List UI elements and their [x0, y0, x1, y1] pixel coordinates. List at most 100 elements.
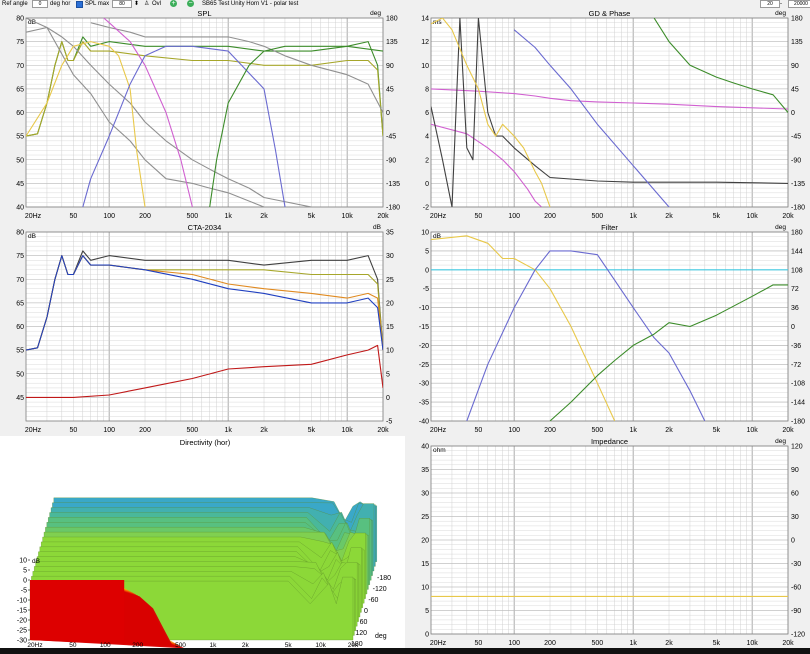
y-tick-label: -10	[17, 598, 27, 605]
y-tick-label: -20	[17, 618, 27, 625]
chart-title: SPL	[197, 9, 211, 18]
y-tick-label: -25	[17, 628, 27, 635]
y2-tick-label: 45	[791, 86, 799, 93]
x-tick-label: 50	[474, 427, 482, 434]
chart-title: GD & Phase	[589, 9, 631, 18]
x-tick-label: 2k	[260, 213, 268, 220]
x-tick-label: 20k	[377, 427, 389, 434]
y2-tick-label: 90	[791, 63, 799, 70]
y2-tick-label: -36	[791, 343, 801, 350]
y-tick-label: -35	[419, 400, 429, 407]
y-tick-label: 10	[421, 230, 429, 237]
x-tick-label: 100	[103, 427, 115, 434]
x-tick-label: 1k	[224, 213, 232, 220]
deg-hor-label: deg hor	[50, 1, 71, 7]
x-tick-label: 20k	[377, 213, 389, 220]
y-tick-label: 60	[16, 324, 24, 331]
angle-unit-label: deg	[375, 633, 387, 640]
y2-tick-label: 72	[791, 286, 799, 293]
x-tick-label: 2k	[260, 427, 268, 434]
y2-tick-label: -120	[791, 632, 805, 639]
y-tick-label: 20	[421, 538, 429, 545]
y2-tick-label: -180	[386, 205, 400, 212]
y-tick-label: 30	[421, 491, 429, 498]
y2-tick-label: -90	[791, 608, 801, 615]
y-tick-label: 0	[23, 578, 27, 585]
filter-chart: Filter20Hz 50 100 200 500 1k 2k 5k 10k 20k-40-35-…	[405, 222, 810, 435]
y2-tick-label: 0	[791, 110, 795, 117]
y2-tick-label: 120	[791, 444, 803, 451]
x-tick-label: 20Hz	[430, 640, 447, 647]
person-icon[interactable]: ♙	[144, 0, 149, 8]
x-tick-label: 500	[187, 213, 199, 220]
y-tick-label: 75	[16, 253, 24, 260]
x-tick-label: 100	[508, 640, 520, 647]
add-icon[interactable]: +	[170, 0, 177, 7]
y-tick-label: 15	[421, 561, 429, 568]
y2-tick-label: -180	[791, 205, 805, 212]
chart-title: Filter	[601, 223, 618, 232]
spl-max-checkbox[interactable]	[76, 1, 83, 8]
x-tick-label: 10k	[747, 427, 759, 434]
y2-unit-label: deg	[775, 224, 786, 231]
x-tick-label: 10k	[747, 213, 759, 220]
y-tick-label: 40	[421, 444, 429, 451]
range-separator: -	[780, 1, 782, 7]
y-tick-label: -10	[419, 305, 429, 312]
x-tick-label: 5k	[713, 213, 721, 220]
y-tick-label: 50	[16, 371, 24, 378]
y-tick-label: -5	[21, 588, 27, 595]
y2-tick-label: 180	[791, 16, 803, 23]
range-max-input[interactable]: 20000	[788, 0, 810, 8]
x-tick-label: 20k	[782, 213, 794, 220]
chart-title: Impedance	[591, 437, 628, 446]
y-tick-label: 35	[421, 467, 429, 474]
y2-tick-label: -180	[791, 419, 805, 426]
x-tick-label: 200	[139, 213, 151, 220]
x-tick-label: 1k	[629, 640, 637, 647]
y-unit-label: dB	[28, 233, 36, 240]
angle-tick-label: 0	[364, 608, 368, 615]
y-tick-label: 45	[16, 395, 24, 402]
angle-tick-label: -120	[373, 586, 387, 593]
y-tick-label: 0	[425, 181, 429, 188]
x-tick-label: 5k	[308, 427, 316, 434]
y2-tick-label: -60	[791, 585, 801, 592]
x-tick-label: 500	[187, 427, 199, 434]
x-tick-label: 5k	[713, 640, 721, 647]
y2-tick-label: 90	[386, 63, 394, 70]
x-tick-label: 200	[544, 427, 556, 434]
y2-tick-label: 144	[791, 248, 803, 255]
y2-tick-label: 0	[791, 324, 795, 331]
y2-tick-label: 45	[386, 86, 394, 93]
y2-tick-label: 180	[791, 230, 803, 237]
y-tick-label: -30	[17, 638, 27, 645]
cta2034-chart: CTA-203420Hz 50 100 200 500 1k 2k 5k 10k 20k45505…	[0, 222, 405, 435]
x-tick-label: 50	[474, 640, 482, 647]
y-tick-label: 8	[425, 86, 429, 93]
bottom-strip	[0, 648, 810, 654]
y-tick-label: 75	[16, 39, 24, 46]
y2-tick-label: 30	[791, 514, 799, 521]
y-tick-label: 45	[16, 181, 24, 188]
y-tick-label: 25	[421, 514, 429, 521]
y2-tick-label: 90	[791, 467, 799, 474]
spinner-icon[interactable]: ⬍	[134, 0, 139, 8]
y-tick-label: -30	[419, 381, 429, 388]
y2-tick-label: -135	[791, 181, 805, 188]
y-tick-label: 55	[16, 348, 24, 355]
y-tick-label: 4	[425, 134, 429, 141]
y-tick-label: 10	[421, 585, 429, 592]
spl-max-input[interactable]: 80	[112, 0, 132, 8]
x-tick-label: 1k	[629, 213, 637, 220]
remove-icon[interactable]: −	[187, 0, 194, 7]
y2-tick-label: 0	[386, 395, 390, 402]
ref-angle-input[interactable]: 0	[32, 0, 48, 8]
y2-unit-label: dB	[373, 224, 381, 231]
x-tick-label: 2k	[665, 213, 673, 220]
y2-tick-label: -45	[386, 134, 396, 141]
range-min-input[interactable]: 20	[760, 0, 780, 8]
x-tick-label: 10k	[342, 427, 354, 434]
ref-angle-label: Ref angle	[2, 1, 28, 7]
y-tick-label: 10	[19, 558, 27, 565]
